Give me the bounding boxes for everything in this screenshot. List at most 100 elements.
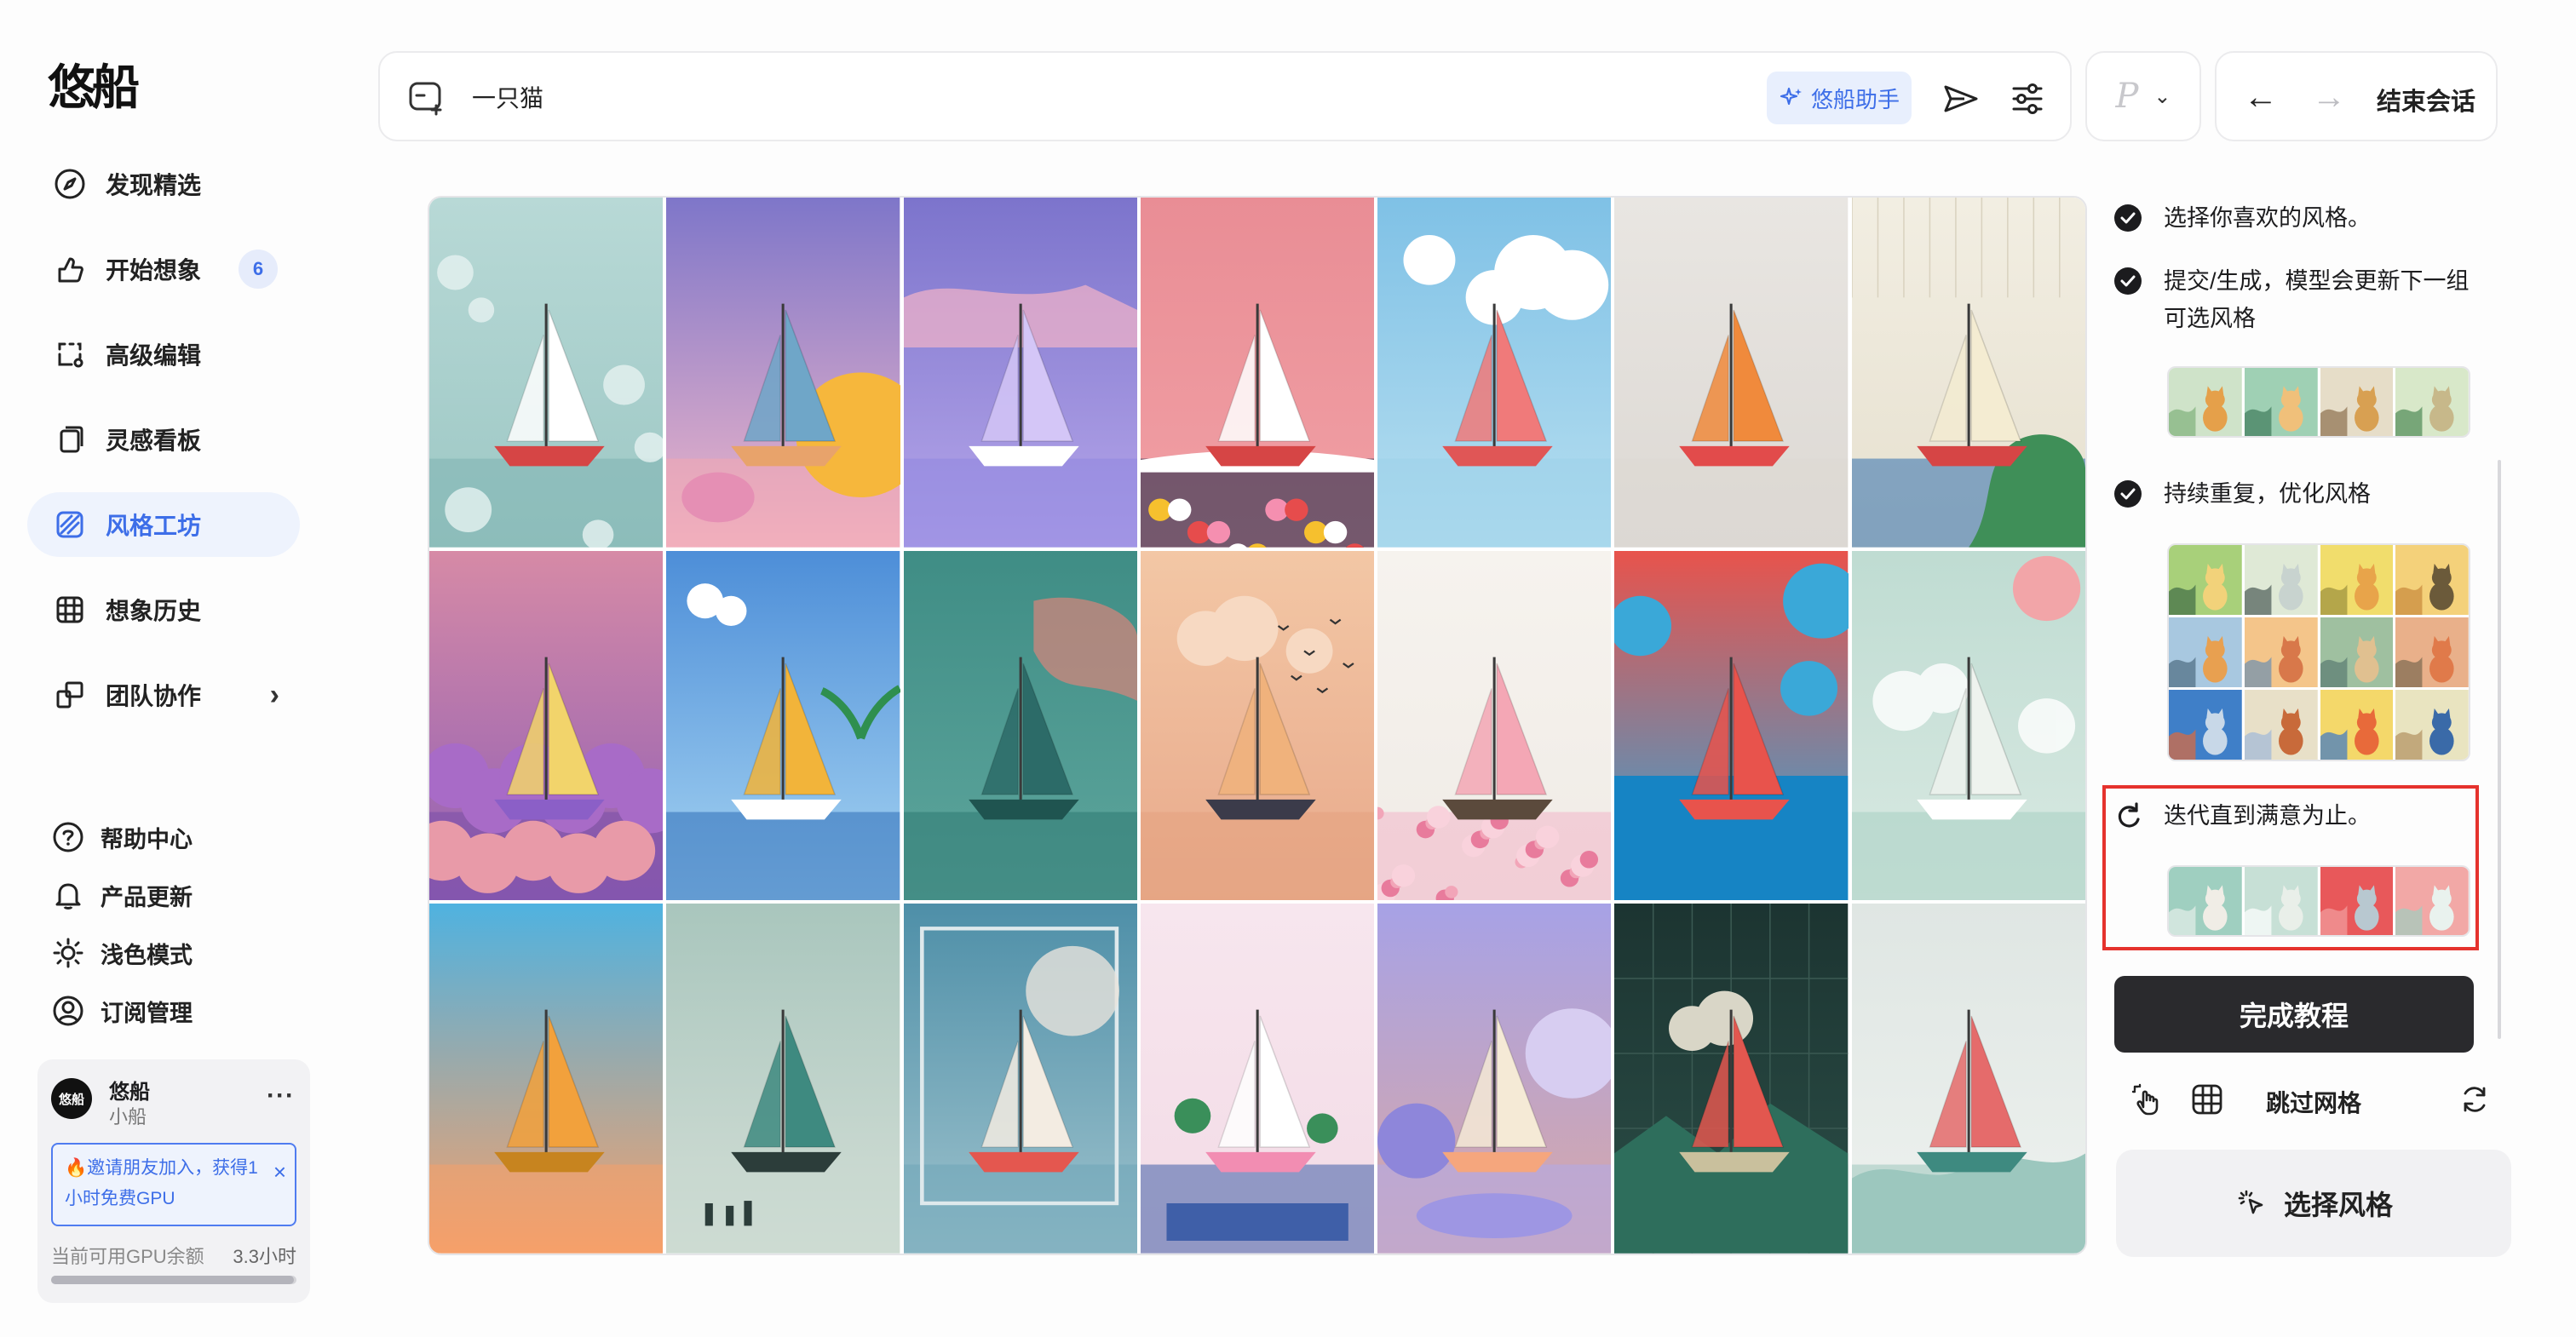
model-letter: P [2115,77,2139,116]
nav-inspiration-board[interactable]: 灵感看板 [27,407,300,472]
cursor-click-icon [2238,1190,2263,1214]
cat-thumbnail [2169,617,2242,687]
style-tile[interactable] [666,550,900,901]
cat-image [2169,617,2242,687]
sailboat-image [1851,550,2085,901]
sailboat-image [666,904,900,1254]
nav-label: 风格工坊 [106,513,202,539]
nav-label: 发现精选 [106,172,202,198]
product-updates-label: 产品更新 [101,884,193,910]
nav-style-workshop[interactable]: 风格工坊 [27,492,300,557]
style-tile[interactable] [1377,550,1612,901]
style-tile[interactable] [1851,550,2085,901]
end-session-button[interactable]: 结束会话 [2377,82,2475,118]
sailboat-image [1377,904,1612,1254]
edit-crop-icon [51,336,89,373]
style-tile[interactable] [1140,198,1375,548]
style-tile[interactable] [903,904,1137,1254]
skip-grid-button[interactable]: 跳过网格 [2266,1085,2361,1119]
sailboat-image [1614,198,1849,548]
chevron-right-icon: › [269,678,279,711]
nav-team[interactable]: 团队协作 › [27,663,300,727]
style-tile[interactable] [429,198,664,548]
cat-image [2320,545,2394,615]
forward-arrow-icon[interactable]: → [2312,80,2346,114]
check-circle-icon [2114,204,2142,232]
style-tile[interactable] [1377,198,1612,548]
sailboat-image [429,550,664,901]
style-tile[interactable] [903,198,1137,548]
style-tile[interactable] [666,198,900,548]
cat-thumbnail [2169,690,2242,760]
cat-thumbnail [2395,617,2469,687]
back-arrow-icon[interactable]: ← [2244,80,2278,114]
nav-advanced-edit[interactable]: 高级编辑 [27,322,300,387]
sailboat-image [1140,198,1375,548]
cat-thumbnail [2244,545,2318,615]
style-tile[interactable] [1614,904,1849,1254]
help-center-link[interactable]: 帮助中心 [49,814,193,860]
send-icon[interactable] [1941,78,1981,119]
cat-image [2395,617,2469,687]
style-tile[interactable] [429,904,664,1254]
style-tile[interactable] [903,550,1137,901]
style-tile[interactable] [1614,198,1849,548]
cat-thumbnail [2395,690,2469,760]
nav-history[interactable]: 想象历史 [27,577,300,642]
step-text: 持续重复，优化风格 [2164,481,2371,507]
light-mode-label: 浅色模式 [101,942,193,968]
prompt-bar: 悠船助手 [378,51,2072,141]
style-tile[interactable] [1614,550,1849,901]
check-circle-icon [2114,267,2142,295]
invite-banner[interactable]: 🔥邀请朋友加入，获得1小时免费GPU × [51,1143,296,1226]
choose-style-button[interactable]: 选择风格 [2116,1150,2511,1257]
style-tile[interactable] [1140,550,1375,901]
style-tile[interactable] [1851,198,2085,548]
style-grid-tiles [429,198,2085,1254]
close-icon[interactable]: × [273,1156,286,1187]
hand-pointer-icon[interactable] [2130,1082,2165,1117]
cat-image [2320,617,2394,687]
prompt-input[interactable] [472,78,1256,116]
style-tile[interactable] [1377,904,1612,1254]
board-icon [51,421,89,458]
subscription-link[interactable]: 订阅管理 [49,988,193,1034]
grid-icon [51,591,89,628]
nav-label: 团队协作 [106,683,202,709]
sliders-icon[interactable] [2007,78,2048,119]
user-name: 悠船 [109,1081,150,1104]
chevron-down-icon: ⌄ [2153,84,2171,108]
light-mode-toggle[interactable]: 浅色模式 [49,930,193,976]
assistant-button[interactable]: 悠船助手 [1767,72,1912,124]
sailboat-image [429,198,664,548]
choose-style-label: 选择风格 [2283,1190,2393,1220]
regenerate-icon[interactable] [2457,1082,2493,1117]
sailboat-image [903,198,1137,548]
session-controls: ← → 结束会话 [2215,51,2498,141]
more-options-icon[interactable]: ··· [267,1082,295,1110]
style-tile[interactable] [1140,904,1375,1254]
style-tile[interactable] [666,904,900,1254]
grid-icon[interactable] [2189,1082,2225,1117]
nav-discover[interactable]: 发现精选 [27,152,300,216]
gpu-balance-label: 当前可用GPU余额 [51,1246,204,1267]
app-logo[interactable]: 悠船 [48,49,140,118]
add-image-icon[interactable] [407,78,446,118]
nav-imagine[interactable]: 开始想象 6 [27,237,300,301]
step-3-thumbnails [2167,543,2470,761]
panel-scrollbar[interactable] [2498,460,2501,1039]
style-grid [428,196,2087,1255]
step-text: 提交/生成，模型会更新下一组可选风格 [2164,268,2470,331]
cat-image [2395,545,2469,615]
model-selector[interactable]: P ⌄ [2085,51,2201,141]
sailboat-image [903,904,1137,1254]
style-tile[interactable] [1851,904,2085,1254]
finish-tutorial-button[interactable]: 完成教程 [2114,976,2474,1053]
avatar[interactable]: 悠船 [51,1078,92,1119]
cat-thumbnail [2169,545,2242,615]
sun-icon [49,934,87,972]
style-tile[interactable] [429,550,664,901]
cat-thumbnail [2320,545,2394,615]
sidebar: 悠船 发现精选 开始想象 6 高级编辑 灵感看板 风格工坊 想象历史 团队协作 … [0,0,341,1337]
product-updates-link[interactable]: 产品更新 [49,872,193,918]
